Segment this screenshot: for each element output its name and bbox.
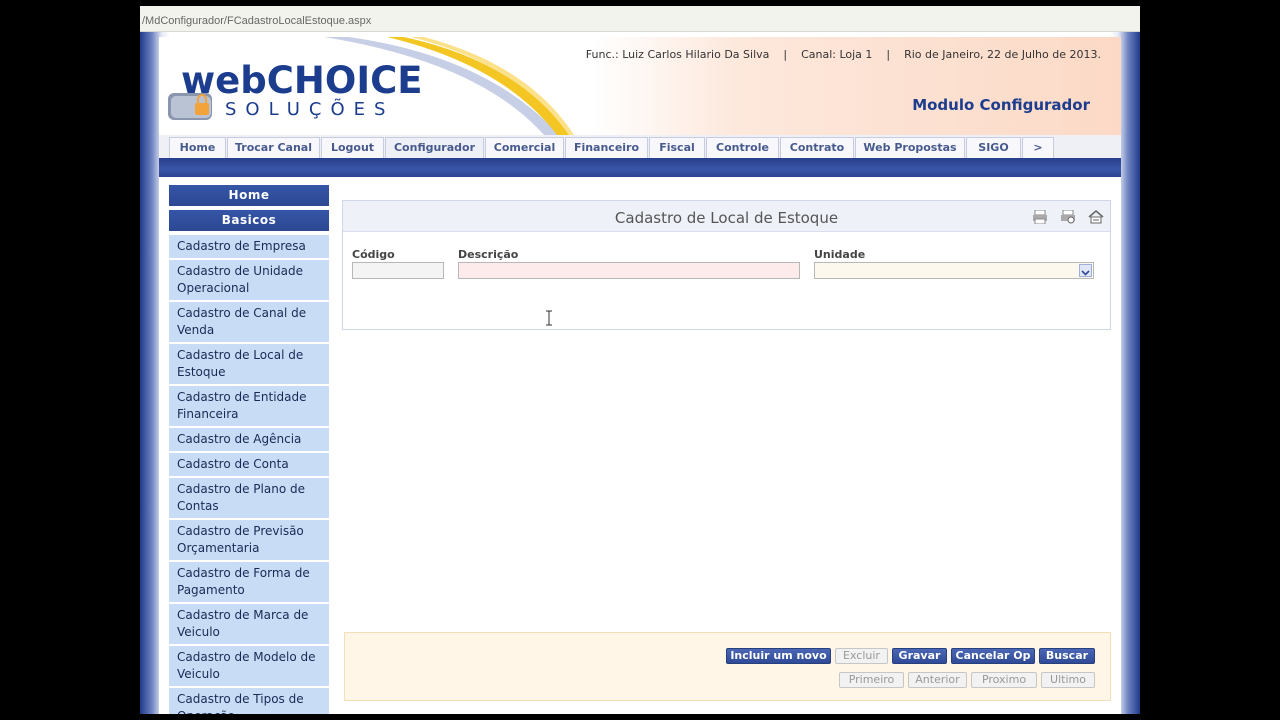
sidebar-item-modelo-de-veiculo[interactable]: Cadastro de Modelo de Veiculo [169,646,329,686]
tab-trocar-canal[interactable]: Trocar Canal [227,137,320,158]
sidebar-item-unidade-operacional[interactable]: Cadastro de Unidade Operacional [169,260,329,300]
sidebar-item-canal-de-venda[interactable]: Cadastro de Canal de Venda [169,302,329,342]
codigo-label: Código [352,248,395,261]
form-panel: Cadastro de Local de Estoque Código Desc… [342,200,1111,330]
unidade-label: Unidade [814,248,866,261]
chevron-down-icon[interactable] [1079,264,1092,277]
module-title: Modulo Configurador [912,96,1090,114]
tab-home[interactable]: Home [169,137,226,158]
address-bar[interactable]: /MdConfigurador/FCadastroLocalEstoque.as… [140,6,1140,32]
gravar-button[interactable]: Gravar [892,648,947,664]
tab-logout[interactable]: Logout [321,137,384,158]
text-cursor-icon [545,310,553,329]
tab-financeiro[interactable]: Financeiro [565,137,648,158]
sidebar-item-tipos-de-operacao[interactable]: Cadastro de Tipos de Operação [169,688,329,714]
sidebar-item-forma-de-pagamento[interactable]: Cadastro de Forma de Pagamento [169,562,329,602]
sidebar-item-plano-de-contas[interactable]: Cadastro de Plano de Contas [169,478,329,518]
buscar-button[interactable]: Buscar [1039,648,1095,664]
primeiro-button[interactable]: Primeiro [839,672,904,688]
proximo-button[interactable]: Proximo [971,672,1037,688]
tab-contrato[interactable]: Contrato [780,137,854,158]
sidebar-section-basicos[interactable]: Basicos [169,210,329,231]
descricao-label: Descrição [458,248,519,261]
top-nav-tabs: Home Trocar Canal Logout Configurador Co… [159,135,1121,158]
ultimo-button[interactable]: Ultimo [1041,672,1095,688]
sidebar-home[interactable]: Home [169,185,329,206]
unidade-select[interactable] [814,262,1094,279]
tab-sigo[interactable]: SIGO [966,137,1021,158]
site-header: webCHOICE SOLUÇÕES Func.: Luiz Carlos Hi… [159,37,1121,135]
home-back-icon[interactable] [1088,210,1104,224]
address-text: /MdConfigurador/FCadastroLocalEstoque.as… [142,15,372,27]
nav-strip [159,158,1121,177]
print-icon[interactable] [1032,209,1048,225]
browser-window: /MdConfigurador/FCadastroLocalEstoque.as… [140,6,1140,714]
excluir-button[interactable]: Excluir [835,648,888,664]
sidebar-item-previsao-orcamentaria[interactable]: Cadastro de Previsão Orçamentaria [169,520,329,560]
tab-controle[interactable]: Controle [706,137,779,158]
page: webCHOICE SOLUÇÕES Func.: Luiz Carlos Hi… [159,37,1121,714]
sidebar-item-local-de-estoque[interactable]: Cadastro de Local de Estoque [169,344,329,384]
form-title: Cadastro de Local de Estoque [614,209,839,227]
cancelar-button[interactable]: Cancelar Op [951,648,1035,664]
tab-more[interactable]: > [1022,137,1054,158]
print-preview-icon[interactable] [1060,209,1076,224]
logo-webchoice: webCHOICE [181,59,423,102]
sidebar-item-conta[interactable]: Cadastro de Conta [169,453,329,476]
codigo-field[interactable] [352,262,444,279]
action-bar: Incluir um novo Excluir Gravar Cancelar … [344,632,1111,701]
sidebar-menu: Home Basicos Cadastro de Empresa Cadastr… [169,185,329,714]
tab-configurador[interactable]: Configurador [385,137,484,158]
sidebar-item-agencia[interactable]: Cadastro de Agência [169,428,329,451]
sidebar-item-marca-de-veiculo[interactable]: Cadastro de Marca de Veiculo [169,604,329,644]
form-panel-header: Cadastro de Local de Estoque [343,201,1110,232]
sidebar-item-empresa[interactable]: Cadastro de Empresa [169,235,329,258]
sidebar-item-entidade-financeira[interactable]: Cadastro de Entidade Financeira [169,386,329,426]
logo-solucoes: SOLUÇÕES [225,99,395,120]
tab-comercial[interactable]: Comercial [485,137,564,158]
user-info: Func.: Luiz Carlos Hilario Da Silva | Ca… [585,48,1101,61]
tab-web-propostas[interactable]: Web Propostas [855,137,965,158]
descricao-field[interactable] [458,262,800,279]
tab-fiscal[interactable]: Fiscal [649,137,705,158]
anterior-button[interactable]: Anterior [908,672,967,688]
incluir-button[interactable]: Incluir um novo [726,648,831,664]
